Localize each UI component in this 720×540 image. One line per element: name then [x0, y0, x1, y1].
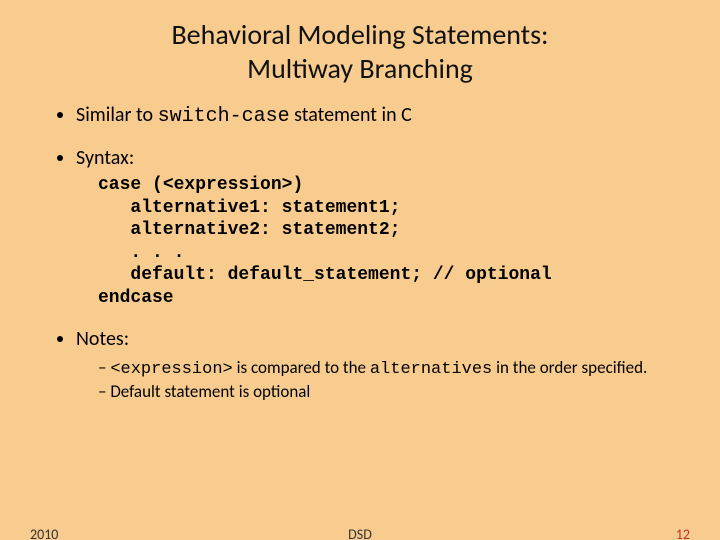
code-case-expr: (<expression>)	[141, 175, 303, 195]
title-line-2: Multiway Branching	[247, 51, 473, 86]
footer-page-number: 12	[676, 526, 690, 540]
slide-title: Behavioral Modeling Statements: Multiway…	[0, 0, 720, 85]
code-comment: // optional	[433, 265, 552, 285]
code-case-kw: case	[98, 175, 141, 195]
bullet-similar: Similar to switch-case statement in C	[76, 103, 680, 128]
bullet1-mono: switch-case	[158, 105, 290, 128]
bullet-notes: Notes: <expression> is compared to the a…	[76, 327, 680, 402]
code-default-kw: default:	[98, 265, 217, 285]
bullet1-pre: Similar to	[76, 103, 158, 127]
bullet-syntax: Syntax: case (<expression>) alternative1…	[76, 146, 680, 309]
code-block: case (<expression>) alternative1: statem…	[76, 174, 680, 309]
notes-list: <expression> is compared to the alternat…	[76, 357, 680, 402]
note1-alt: alternatives	[370, 360, 492, 379]
title-line-1: Behavioral Modeling Statements:	[171, 17, 548, 52]
code-endcase: endcase	[98, 288, 174, 308]
slide: Behavioral Modeling Statements: Multiway…	[0, 0, 720, 540]
bullet3-label: Notes:	[76, 327, 129, 351]
bullet1-post: statement in C	[290, 103, 412, 127]
note-1: <expression> is compared to the alternat…	[98, 357, 680, 379]
bullet-list: Similar to switch-case statement in C Sy…	[40, 103, 680, 402]
note1-expr: <expression>	[110, 360, 232, 379]
code-ellipsis: . . .	[98, 243, 184, 263]
bullet2-label: Syntax:	[76, 146, 134, 170]
note-2: Default statement is optional	[98, 381, 680, 402]
code-alt2: alternative2: statement2;	[98, 220, 400, 240]
note1-mid: is compared to the	[233, 357, 370, 378]
note2-text: Default statement is optional	[110, 381, 310, 402]
footer-course: DSD	[0, 526, 720, 540]
slide-body: Similar to switch-case statement in C Sy…	[0, 85, 720, 402]
code-alt1: alternative1: statement1;	[98, 198, 400, 218]
code-default-stmt: default_statement;	[217, 265, 433, 285]
note1-end: in the order specified.	[492, 357, 647, 378]
